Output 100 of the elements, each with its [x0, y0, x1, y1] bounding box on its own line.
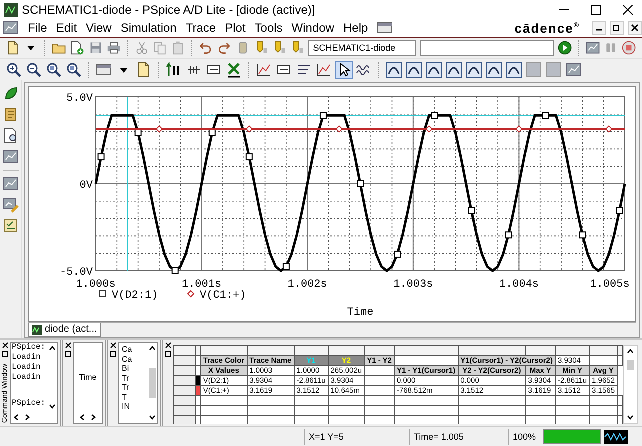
row-header-cell[interactable]: [174, 366, 196, 376]
pin-icon[interactable]: [110, 351, 116, 358]
logo: cādence$^{®}$: [514, 20, 580, 36]
minimize-button[interactable]: [592, 21, 606, 36]
scroll-down-icon[interactable]: [149, 414, 156, 422]
simulation-time: Time= 1.005: [408, 428, 508, 445]
curve-icon[interactable]: [466, 62, 482, 78]
tick-label: 1.005s: [590, 279, 630, 292]
list-item[interactable]: Ca: [122, 354, 148, 364]
scrollbar-thumb[interactable]: [627, 360, 634, 370]
list-item[interactable]: IN: [122, 402, 148, 412]
list-item[interactable]: T: [122, 392, 148, 402]
graph-icon[interactable]: [316, 62, 332, 78]
pointer-icon[interactable]: [336, 62, 352, 78]
cross-icon[interactable]: [226, 62, 242, 78]
new-file-icon[interactable]: [70, 40, 85, 56]
close-icon[interactable]: [110, 342, 116, 350]
window-icon[interactable]: [377, 20, 394, 36]
curve-icon[interactable]: [426, 62, 442, 78]
header-cell: [200, 346, 248, 356]
row-header-cell[interactable]: [174, 396, 196, 406]
restore-icon[interactable]: [613, 24, 621, 32]
chart-window-icon[interactable]: [566, 62, 582, 78]
zoom-in-icon[interactable]: [6, 62, 22, 78]
scroll-left-icon[interactable]: [13, 414, 20, 422]
curve-icon[interactable]: [446, 62, 462, 78]
magnifier-icon[interactable]: [46, 62, 62, 78]
row-header-cell[interactable]: [174, 386, 196, 396]
curve-icon[interactable]: [506, 62, 522, 78]
point: [542, 112, 550, 120]
close-icon[interactable]: [64, 342, 72, 350]
row-header-cell[interactable]: [174, 356, 196, 366]
scroll-up-icon[interactable]: [627, 348, 634, 356]
point: [282, 263, 290, 270]
window-icon[interactable]: [96, 62, 112, 78]
scrollbar-thumb[interactable]: [149, 368, 156, 398]
menu-item[interactable]: Window: [292, 20, 334, 36]
tick-label: -5.0V: [60, 267, 93, 280]
close-icon[interactable]: [2, 342, 8, 350]
redo-icon[interactable]: [217, 40, 232, 56]
axis-icon[interactable]: [166, 62, 182, 78]
pin-icon[interactable]: [64, 351, 72, 358]
row-header-cell[interactable]: [174, 376, 196, 386]
chart-window-icon[interactable]: [586, 40, 600, 56]
print-icon[interactable]: [106, 40, 121, 56]
graph-icon[interactable]: [256, 62, 272, 78]
input-field[interactable]: [420, 40, 554, 56]
point: [579, 232, 586, 239]
app-icon[interactable]: [3, 20, 19, 36]
menu-item[interactable]: Simulation: [120, 20, 177, 36]
curve-icon[interactable]: [406, 62, 422, 78]
document-icon[interactable]: [136, 62, 152, 78]
run-icon[interactable]: [558, 40, 572, 56]
menu-item[interactable]: View: [86, 20, 112, 36]
list-item[interactable]: Tr: [122, 383, 148, 393]
console-line: Loadin: [11, 363, 42, 373]
close-icon[interactable]: [164, 342, 172, 350]
notepad-icon[interactable]: [2, 107, 18, 124]
curve-icon[interactable]: [486, 62, 502, 78]
scroll-down-icon[interactable]: [49, 403, 56, 410]
document-search-icon[interactable]: [2, 128, 18, 144]
close-button[interactable]: [628, 21, 642, 36]
chart-icon[interactable]: [2, 176, 18, 192]
scroll-down-icon[interactable]: [627, 414, 634, 422]
chart-edit-icon[interactable]: [2, 197, 18, 214]
stop-icon[interactable]: [622, 40, 636, 56]
window-title: SCHEMATIC1-diode - PSpice A/D Lite - [diode (active)]: [22, 2, 316, 16]
menu-item[interactable]: Help: [343, 20, 368, 36]
new-document-icon[interactable]: [6, 40, 20, 56]
pin-icon[interactable]: [2, 351, 8, 358]
close-icon[interactable]: [631, 24, 639, 32]
console-line: PSpice:: [11, 399, 47, 410]
curve-icon[interactable]: [386, 62, 402, 78]
menu-item[interactable]: Trace: [186, 20, 216, 36]
scroll-up-icon[interactable]: [49, 345, 56, 352]
scroll-left-icon[interactable]: [79, 414, 86, 422]
magnifier-icon[interactable]: [66, 62, 82, 78]
restore-button[interactable]: [610, 21, 624, 36]
list-item[interactable]: Tr: [122, 374, 148, 384]
tick-label: 1.000s: [76, 279, 116, 292]
chart-icon[interactable]: [2, 149, 18, 166]
document-tab[interactable]: diode (act...: [28, 323, 102, 338]
maximize-icon[interactable]: [591, 4, 601, 14]
scroll-right-icon[interactable]: [24, 414, 31, 422]
list-item[interactable]: Bi: [122, 364, 148, 374]
cursor-position: X=1 Y=5: [304, 428, 409, 445]
scroll-right-icon[interactable]: [90, 414, 97, 422]
list-item[interactable]: Ca: [122, 345, 148, 355]
profile-field[interactable]: SCHEMATIC1-diode: [308, 40, 416, 56]
scroll-up-icon[interactable]: [149, 345, 156, 352]
zoom-out-icon[interactable]: [26, 62, 42, 78]
menu-item[interactable]: Plot: [225, 20, 246, 36]
menu-item[interactable]: Tools: [254, 20, 283, 36]
checklist-icon[interactable]: [2, 218, 18, 234]
pin-icon[interactable]: [164, 351, 172, 358]
marker-icon[interactable]: [290, 40, 304, 56]
menu-item[interactable]: File: [28, 20, 48, 36]
menu-item[interactable]: Edit: [56, 20, 78, 36]
close-icon[interactable]: [623, 4, 633, 14]
row-header-cell[interactable]: [174, 406, 196, 416]
